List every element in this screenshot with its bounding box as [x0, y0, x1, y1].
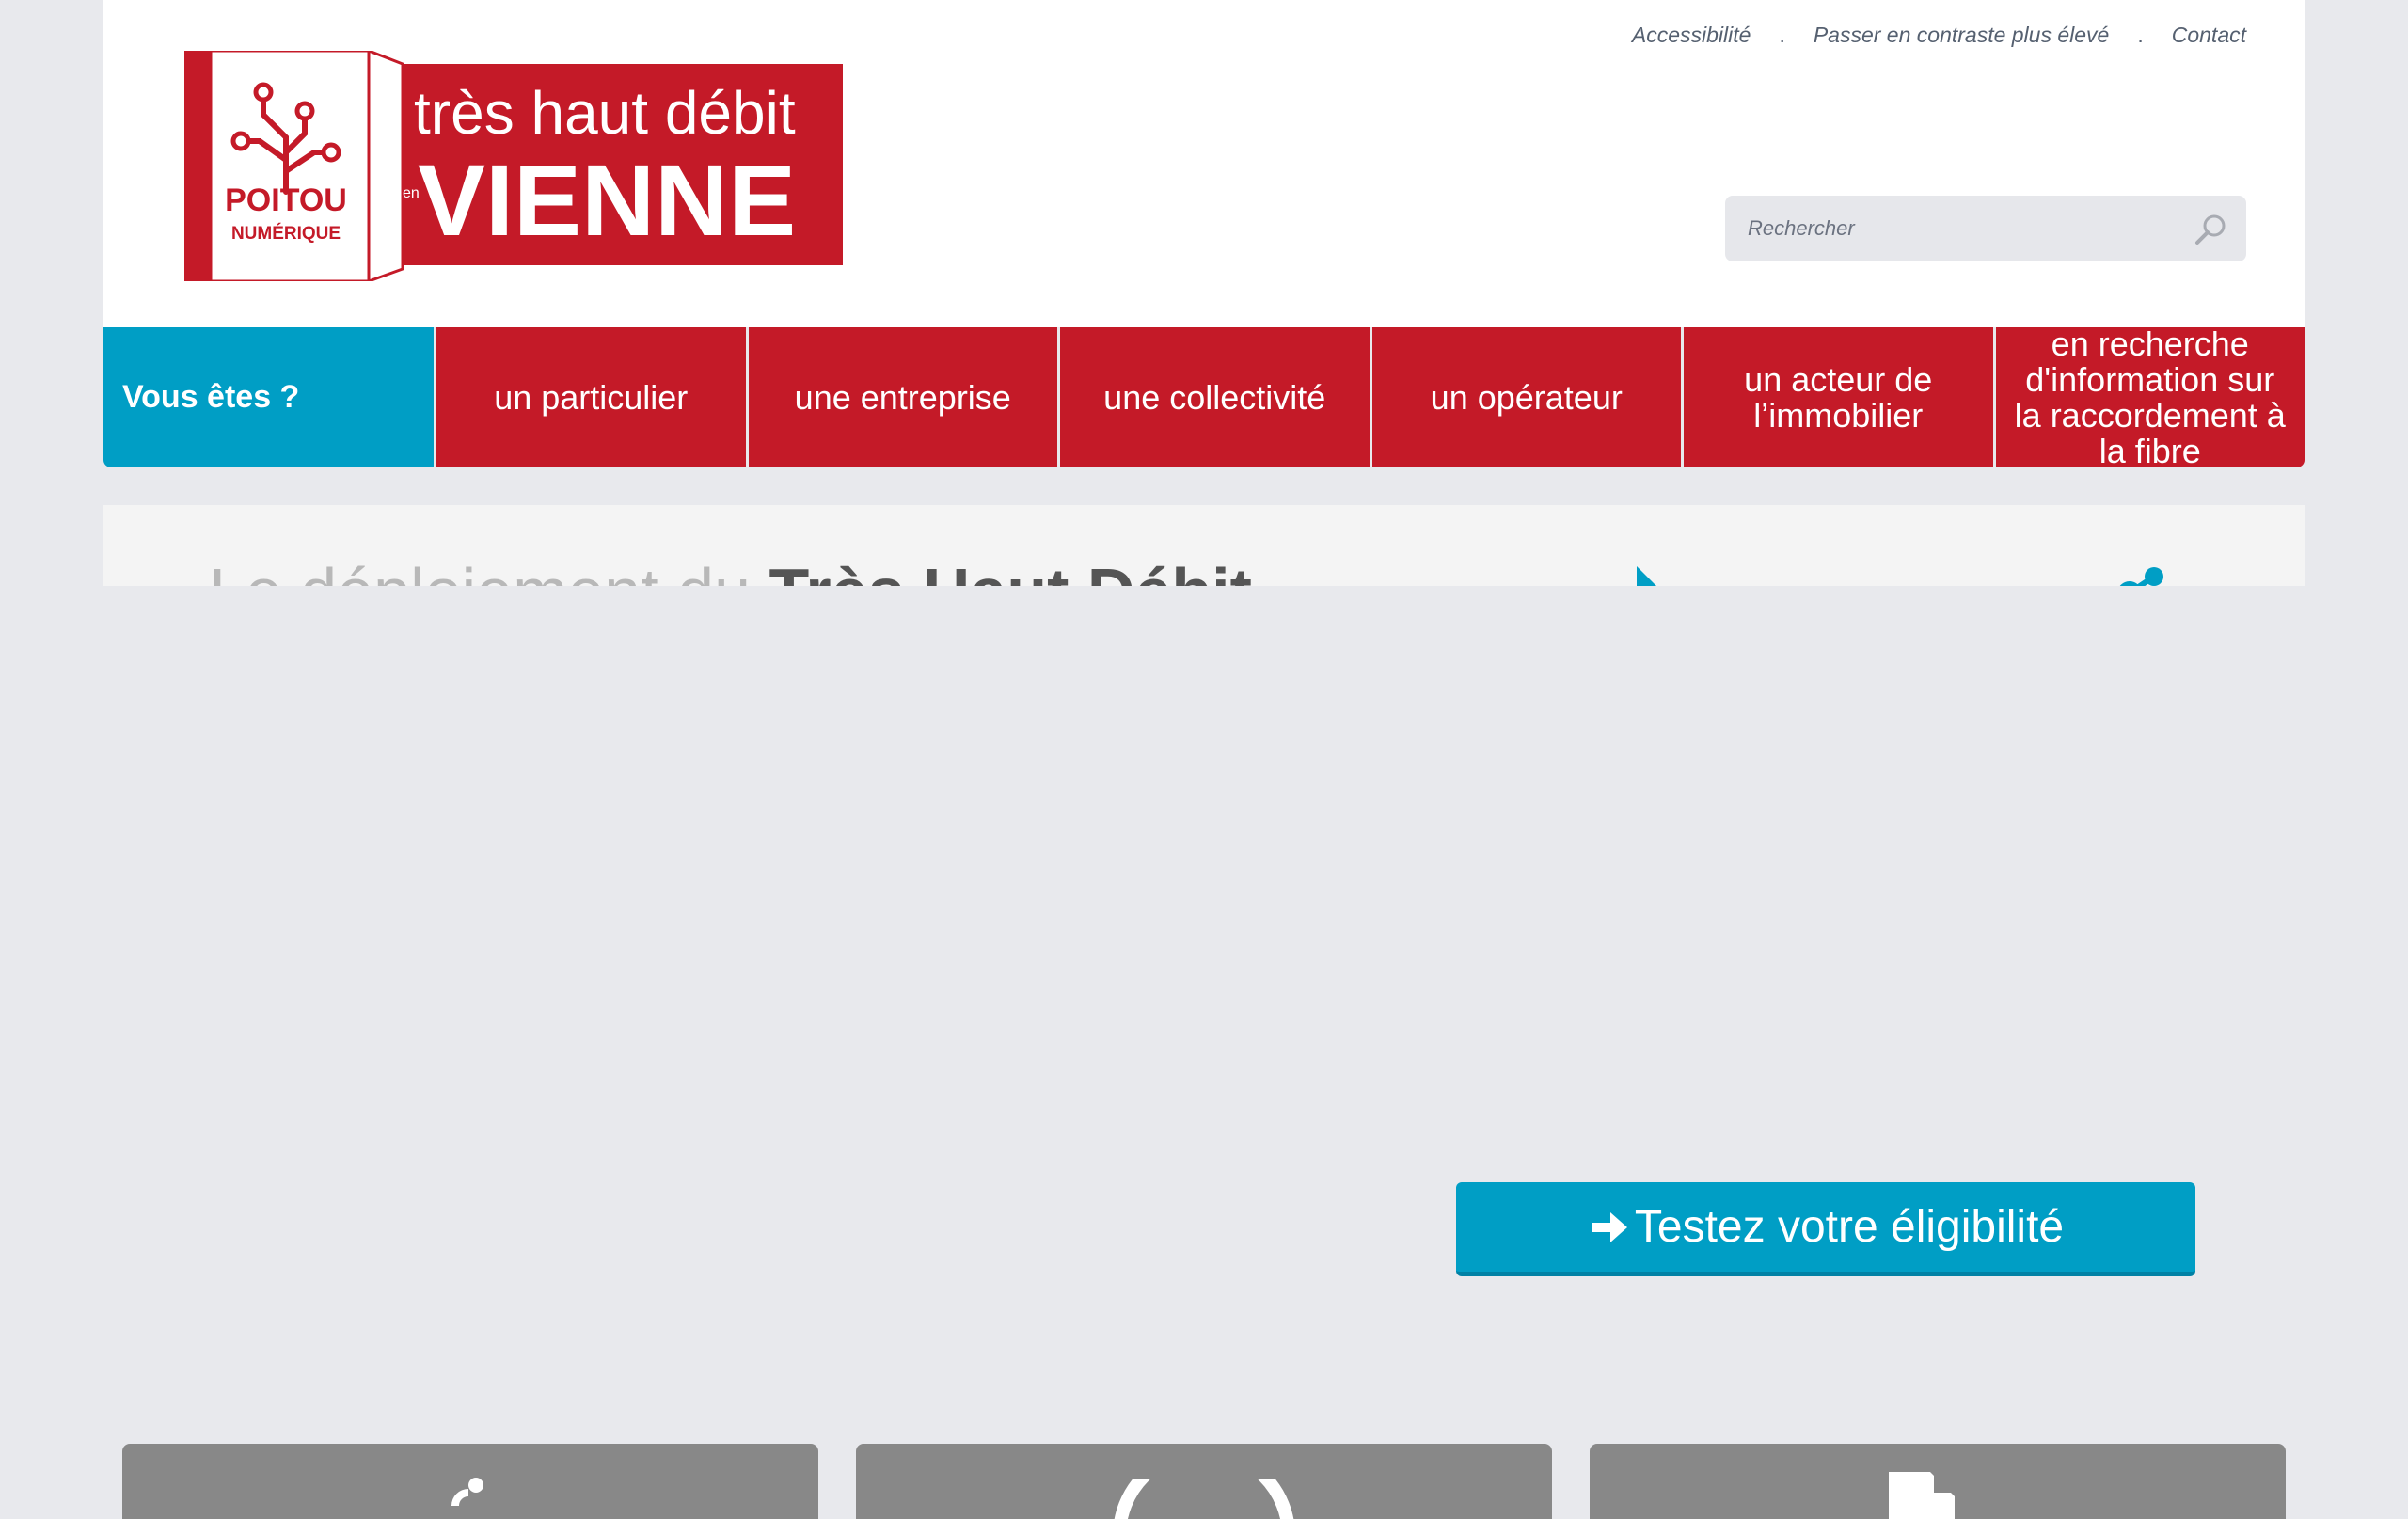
document-icon: [1889, 1472, 1955, 1519]
hero-title: Le déploiement du Très Haut Débit: [209, 554, 1252, 586]
nav-item-particulier[interactable]: un particulier: [436, 327, 746, 467]
search-input[interactable]: [1725, 196, 2190, 261]
logo-brand-line2: NUMÉRIQUE: [231, 223, 341, 244]
nav-item-collectivite[interactable]: une collectivité: [1060, 327, 1370, 467]
logo-brand-line1: POITOU: [225, 182, 347, 218]
link-separator: .: [1779, 23, 1785, 47]
top-links: Accessibilité . Passer en contraste plus…: [1632, 23, 2246, 48]
contact-link[interactable]: Contact: [2172, 23, 2246, 48]
logo-title-line2: VIENNE: [418, 143, 796, 257]
site-logo[interactable]: POITOU NUMÉRIQUE très haut débit en VIEN…: [184, 51, 843, 281]
share-icon: [452, 1478, 483, 1507]
site-header: POITOU NUMÉRIQUE très haut débit en VIEN…: [103, 0, 2305, 327]
nav-item-entreprise[interactable]: une entreprise: [748, 327, 1057, 467]
search-icon[interactable]: [2194, 213, 2227, 246]
nav-who-label: Vous êtes ?: [103, 327, 434, 467]
high-contrast-link[interactable]: Passer en contraste plus élevé: [1814, 23, 2110, 48]
nav-item-operateur[interactable]: un opérateur: [1371, 327, 1681, 467]
link-separator: .: [2137, 23, 2144, 47]
feature-cards: [122, 1444, 2286, 1519]
audience-nav: Vous êtes ? un particulier une entrepris…: [103, 327, 2305, 467]
play-icon[interactable]: [1637, 566, 1657, 586]
accessibility-link[interactable]: Accessibilité: [1632, 23, 1751, 48]
search-box: [1725, 196, 2246, 261]
nav-item-immobilier[interactable]: un acteur de l’immobilier: [1684, 327, 1993, 467]
eligibility-button-label: Testez votre éligibilité: [1634, 1202, 2065, 1252]
arrow-right-icon: [1591, 1211, 1627, 1242]
feature-card-share[interactable]: [122, 1444, 818, 1519]
hero-title-light: Le déploiement du: [209, 555, 768, 586]
feature-card-document[interactable]: [1590, 1444, 2286, 1519]
eligibility-button[interactable]: Testez votre éligibilité: [1456, 1182, 2195, 1276]
feature-card-speed[interactable]: [856, 1444, 1552, 1519]
hero-title-bold: Très Haut Débit: [768, 555, 1251, 586]
hero-band: Le déploiement du Très Haut Débit: [103, 505, 2305, 586]
share-icon[interactable]: [2116, 565, 2167, 586]
speed-icon: [1114, 1479, 1294, 1519]
logo-title-line1: très haut débit: [414, 79, 796, 147]
nav-item-raccordement[interactable]: en recherche d'information sur la raccor…: [1995, 327, 2305, 467]
